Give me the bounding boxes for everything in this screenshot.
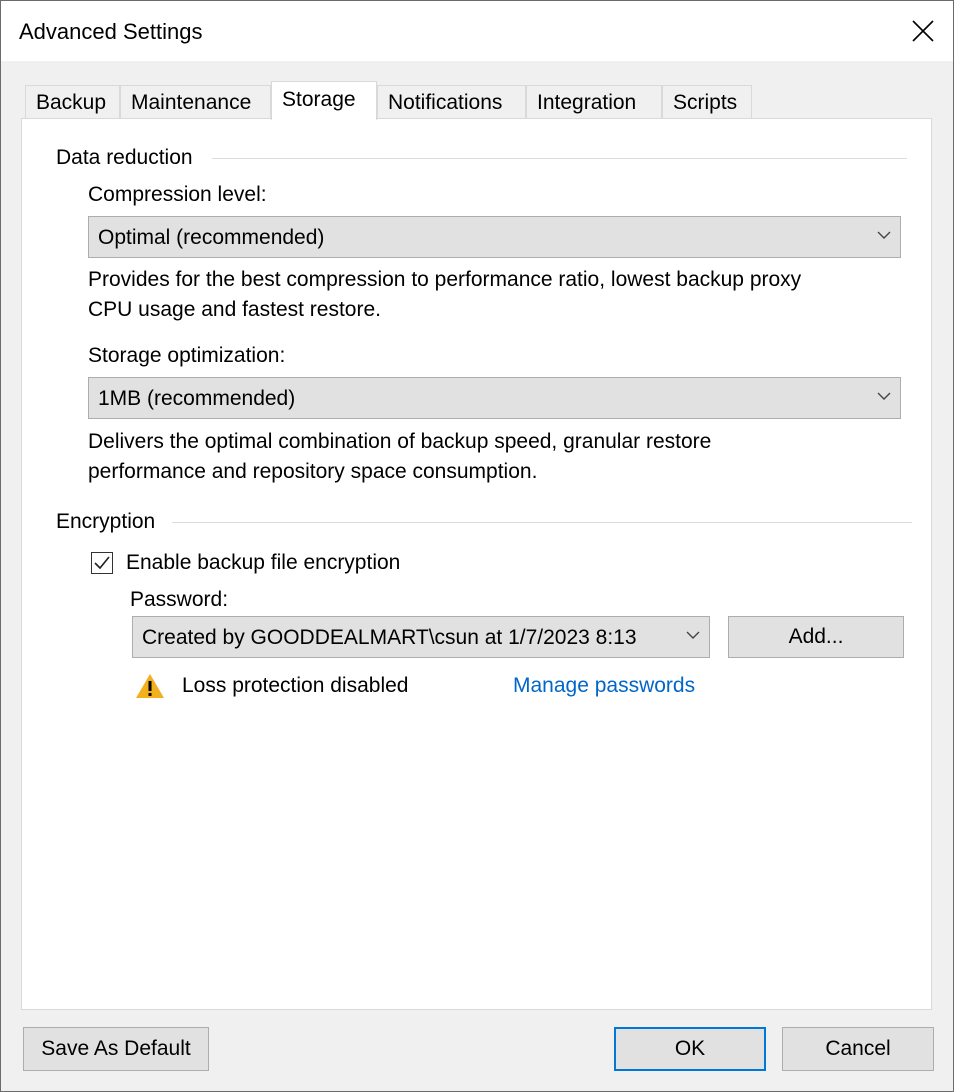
tab-notifications[interactable]: Notifications xyxy=(377,85,526,119)
enable-encryption-checkbox[interactable] xyxy=(91,552,113,574)
description-line: Provides for the best compression to per… xyxy=(88,268,802,291)
compression-level-select[interactable]: Optimal (recommended) xyxy=(88,216,901,258)
encryption-heading: Encryption xyxy=(56,510,164,534)
description-line: performance and repository space consump… xyxy=(88,460,538,483)
password-value: Created by GOODDEALMART\csun at 1/7/2023… xyxy=(142,626,637,649)
warning-icon xyxy=(136,674,164,698)
title-bar: Advanced Settings xyxy=(1,1,953,61)
save-as-default-button[interactable]: Save As Default xyxy=(23,1027,209,1071)
tab-storage[interactable]: Storage xyxy=(271,81,377,120)
group-divider xyxy=(172,522,912,523)
compression-description: Provides for the best compression to per… xyxy=(88,265,801,325)
close-button[interactable] xyxy=(903,13,943,49)
storage-optimization-label: Storage optimization: xyxy=(88,344,286,367)
tab-scripts[interactable]: Scripts xyxy=(662,85,752,119)
password-select[interactable]: Created by GOODDEALMART\csun at 1/7/2023… xyxy=(132,616,710,658)
tab-label: Integration xyxy=(537,91,637,114)
tab-label: Scripts xyxy=(673,91,738,114)
advanced-settings-dialog: Advanced Settings Backup Maintenance Sto… xyxy=(0,0,954,1092)
tab-label: Backup xyxy=(36,91,107,114)
enable-encryption-label[interactable]: Enable backup file encryption xyxy=(126,551,400,575)
ok-button[interactable]: OK xyxy=(614,1027,766,1071)
tab-label: Maintenance xyxy=(131,91,252,114)
chevron-down-icon xyxy=(686,631,700,639)
storage-optimization-description: Delivers the optimal combination of back… xyxy=(88,427,711,487)
cancel-button[interactable]: Cancel xyxy=(782,1027,934,1071)
add-password-button[interactable]: Add... xyxy=(728,616,904,658)
tab-integration[interactable]: Integration xyxy=(526,85,662,119)
description-line: CPU usage and fastest restore. xyxy=(88,298,381,321)
dialog-title: Advanced Settings xyxy=(19,19,203,44)
tab-label: Notifications xyxy=(388,91,503,114)
storage-panel: Data reduction Compression level: Optima… xyxy=(21,118,932,1010)
chevron-down-icon xyxy=(877,231,891,239)
storage-optimization-select[interactable]: 1MB (recommended) xyxy=(88,377,901,419)
manage-passwords-link[interactable]: Manage passwords xyxy=(513,674,695,698)
group-divider xyxy=(212,158,907,159)
password-label: Password: xyxy=(130,588,229,611)
close-icon xyxy=(912,20,934,42)
storage-optimization-value: 1MB (recommended) xyxy=(98,387,296,410)
chevron-down-icon xyxy=(877,392,891,400)
data-reduction-heading: Data reduction xyxy=(56,146,201,170)
checkmark-icon xyxy=(94,556,110,570)
tab-backup[interactable]: Backup xyxy=(25,85,120,119)
loss-protection-warning: Loss protection disabled xyxy=(182,674,409,697)
tab-label: Storage xyxy=(282,88,356,111)
compression-level-value: Optimal (recommended) xyxy=(98,226,325,249)
description-line: Delivers the optimal combination of back… xyxy=(88,430,712,453)
compression-level-label: Compression level: xyxy=(88,183,267,206)
tab-maintenance[interactable]: Maintenance xyxy=(120,85,271,119)
